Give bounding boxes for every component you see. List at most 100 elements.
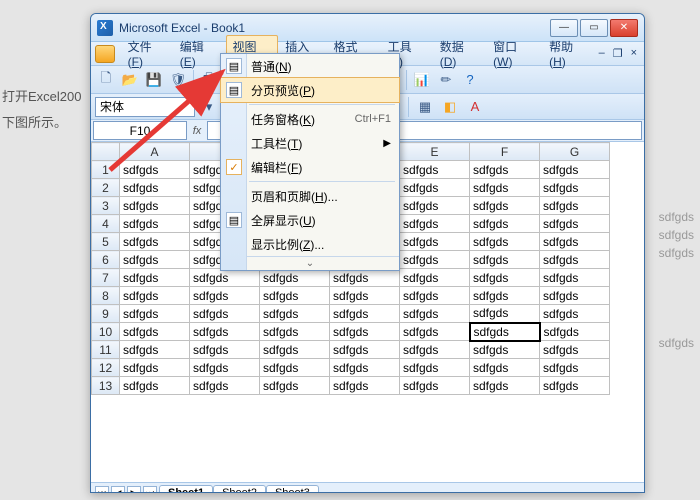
- open-icon[interactable]: 📂: [119, 69, 141, 91]
- cell-F5[interactable]: sdfgds: [470, 233, 540, 251]
- menu-f[interactable]: 文件(F): [121, 35, 173, 72]
- cell-G1[interactable]: sdfgds: [540, 161, 610, 179]
- cell-F1[interactable]: sdfgds: [470, 161, 540, 179]
- cell-G12[interactable]: sdfgds: [540, 359, 610, 377]
- cell-C11[interactable]: sdfgds: [260, 341, 330, 359]
- fill-color-icon[interactable]: ◧: [439, 96, 461, 118]
- view-menu-item-2[interactable]: 任务窗格(K)Ctrl+F1: [221, 107, 399, 131]
- cell-G13[interactable]: sdfgds: [540, 377, 610, 395]
- cell-E6[interactable]: sdfgds: [400, 251, 470, 269]
- cell-C13[interactable]: sdfgds: [260, 377, 330, 395]
- cell-D10[interactable]: sdfgds: [330, 323, 400, 341]
- new-icon[interactable]: 🗋: [95, 69, 117, 91]
- cell-E12[interactable]: sdfgds: [400, 359, 470, 377]
- cell-B12[interactable]: sdfgds: [190, 359, 260, 377]
- cell-B13[interactable]: sdfgds: [190, 377, 260, 395]
- cell-D11[interactable]: sdfgds: [330, 341, 400, 359]
- cell-E2[interactable]: sdfgds: [400, 179, 470, 197]
- view-menu-item-3[interactable]: 工具栏(T)▶: [221, 131, 399, 155]
- menu-h[interactable]: 帮助(H): [542, 35, 595, 72]
- row-header-1[interactable]: 1: [92, 161, 120, 179]
- row-header-5[interactable]: 5: [92, 233, 120, 251]
- view-menu-item-1[interactable]: ▤分页预览(P): [221, 78, 399, 102]
- cell-G10[interactable]: sdfgds: [540, 323, 610, 341]
- minimize-button[interactable]: —: [550, 19, 578, 37]
- cell-B10[interactable]: sdfgds: [190, 323, 260, 341]
- column-header-G[interactable]: G: [540, 143, 610, 161]
- row-header-7[interactable]: 7: [92, 269, 120, 287]
- row-header-4[interactable]: 4: [92, 215, 120, 233]
- cell-A7[interactable]: sdfgds: [120, 269, 190, 287]
- menu-d[interactable]: 数据(D): [433, 35, 486, 72]
- doc-close-button[interactable]: ×: [628, 47, 640, 60]
- cell-B8[interactable]: sdfgds: [190, 287, 260, 305]
- row-header-3[interactable]: 3: [92, 197, 120, 215]
- close-button[interactable]: ✕: [610, 19, 638, 37]
- cell-G11[interactable]: sdfgds: [540, 341, 610, 359]
- font-name-box[interactable]: 宋体: [95, 97, 195, 117]
- cell-B9[interactable]: sdfgds: [190, 305, 260, 323]
- office-button[interactable]: [95, 45, 115, 63]
- fx-icon[interactable]: fx: [187, 120, 207, 141]
- cell-E10[interactable]: sdfgds: [400, 323, 470, 341]
- cell-E3[interactable]: sdfgds: [400, 197, 470, 215]
- borders-icon[interactable]: ▦: [414, 96, 436, 118]
- cell-D7[interactable]: sdfgds: [330, 269, 400, 287]
- view-menu-item-0[interactable]: ▤普通(N): [221, 54, 399, 78]
- save-icon[interactable]: 💾: [143, 69, 165, 91]
- cell-E8[interactable]: sdfgds: [400, 287, 470, 305]
- cell-B7[interactable]: sdfgds: [190, 269, 260, 287]
- cell-A4[interactable]: sdfgds: [120, 215, 190, 233]
- cell-G5[interactable]: sdfgds: [540, 233, 610, 251]
- view-menu-item-6[interactable]: ▤全屏显示(U): [221, 208, 399, 232]
- cell-D13[interactable]: sdfgds: [330, 377, 400, 395]
- row-header-8[interactable]: 8: [92, 287, 120, 305]
- sheet-tab-sheet2[interactable]: Sheet2: [213, 485, 266, 494]
- row-header-9[interactable]: 9: [92, 305, 120, 323]
- cell-G2[interactable]: sdfgds: [540, 179, 610, 197]
- cell-G7[interactable]: sdfgds: [540, 269, 610, 287]
- cell-F13[interactable]: sdfgds: [470, 377, 540, 395]
- cell-A3[interactable]: sdfgds: [120, 197, 190, 215]
- cell-E4[interactable]: sdfgds: [400, 215, 470, 233]
- help-icon[interactable]: ?: [459, 69, 481, 91]
- row-header-6[interactable]: 6: [92, 251, 120, 269]
- chart-icon[interactable]: 📊: [411, 69, 433, 91]
- tab-prev-icon[interactable]: ◀: [111, 486, 125, 494]
- cell-G3[interactable]: sdfgds: [540, 197, 610, 215]
- cell-F7[interactable]: sdfgds: [470, 269, 540, 287]
- permission-icon[interactable]: 🛡: [167, 69, 189, 91]
- cell-A5[interactable]: sdfgds: [120, 233, 190, 251]
- cell-E11[interactable]: sdfgds: [400, 341, 470, 359]
- maximize-button[interactable]: ▭: [580, 19, 608, 37]
- cell-G6[interactable]: sdfgds: [540, 251, 610, 269]
- tab-last-icon[interactable]: ⏭: [143, 486, 157, 494]
- menu-expand-chevron-icon[interactable]: ⌄: [221, 256, 399, 270]
- row-header-10[interactable]: 10: [92, 323, 120, 341]
- cell-F11[interactable]: sdfgds: [470, 341, 540, 359]
- cell-F2[interactable]: sdfgds: [470, 179, 540, 197]
- cell-F8[interactable]: sdfgds: [470, 287, 540, 305]
- view-menu-item-5[interactable]: 页眉和页脚(H)...: [221, 184, 399, 208]
- view-menu-item-4[interactable]: ✓编辑栏(F): [221, 155, 399, 179]
- cell-B11[interactable]: sdfgds: [190, 341, 260, 359]
- cell-E1[interactable]: sdfgds: [400, 161, 470, 179]
- cell-F4[interactable]: sdfgds: [470, 215, 540, 233]
- cell-C10[interactable]: sdfgds: [260, 323, 330, 341]
- cell-E5[interactable]: sdfgds: [400, 233, 470, 251]
- cell-A13[interactable]: sdfgds: [120, 377, 190, 395]
- row-header-12[interactable]: 12: [92, 359, 120, 377]
- row-header-11[interactable]: 11: [92, 341, 120, 359]
- cell-G8[interactable]: sdfgds: [540, 287, 610, 305]
- row-header-2[interactable]: 2: [92, 179, 120, 197]
- cell-C8[interactable]: sdfgds: [260, 287, 330, 305]
- tab-next-icon[interactable]: ▶: [127, 486, 141, 494]
- cell-A9[interactable]: sdfgds: [120, 305, 190, 323]
- cell-G4[interactable]: sdfgds: [540, 215, 610, 233]
- cell-F10[interactable]: sdfgds: [470, 323, 540, 341]
- cell-D9[interactable]: sdfgds: [330, 305, 400, 323]
- cell-A12[interactable]: sdfgds: [120, 359, 190, 377]
- column-header-F[interactable]: F: [470, 143, 540, 161]
- column-header-A[interactable]: A: [120, 143, 190, 161]
- cell-D8[interactable]: sdfgds: [330, 287, 400, 305]
